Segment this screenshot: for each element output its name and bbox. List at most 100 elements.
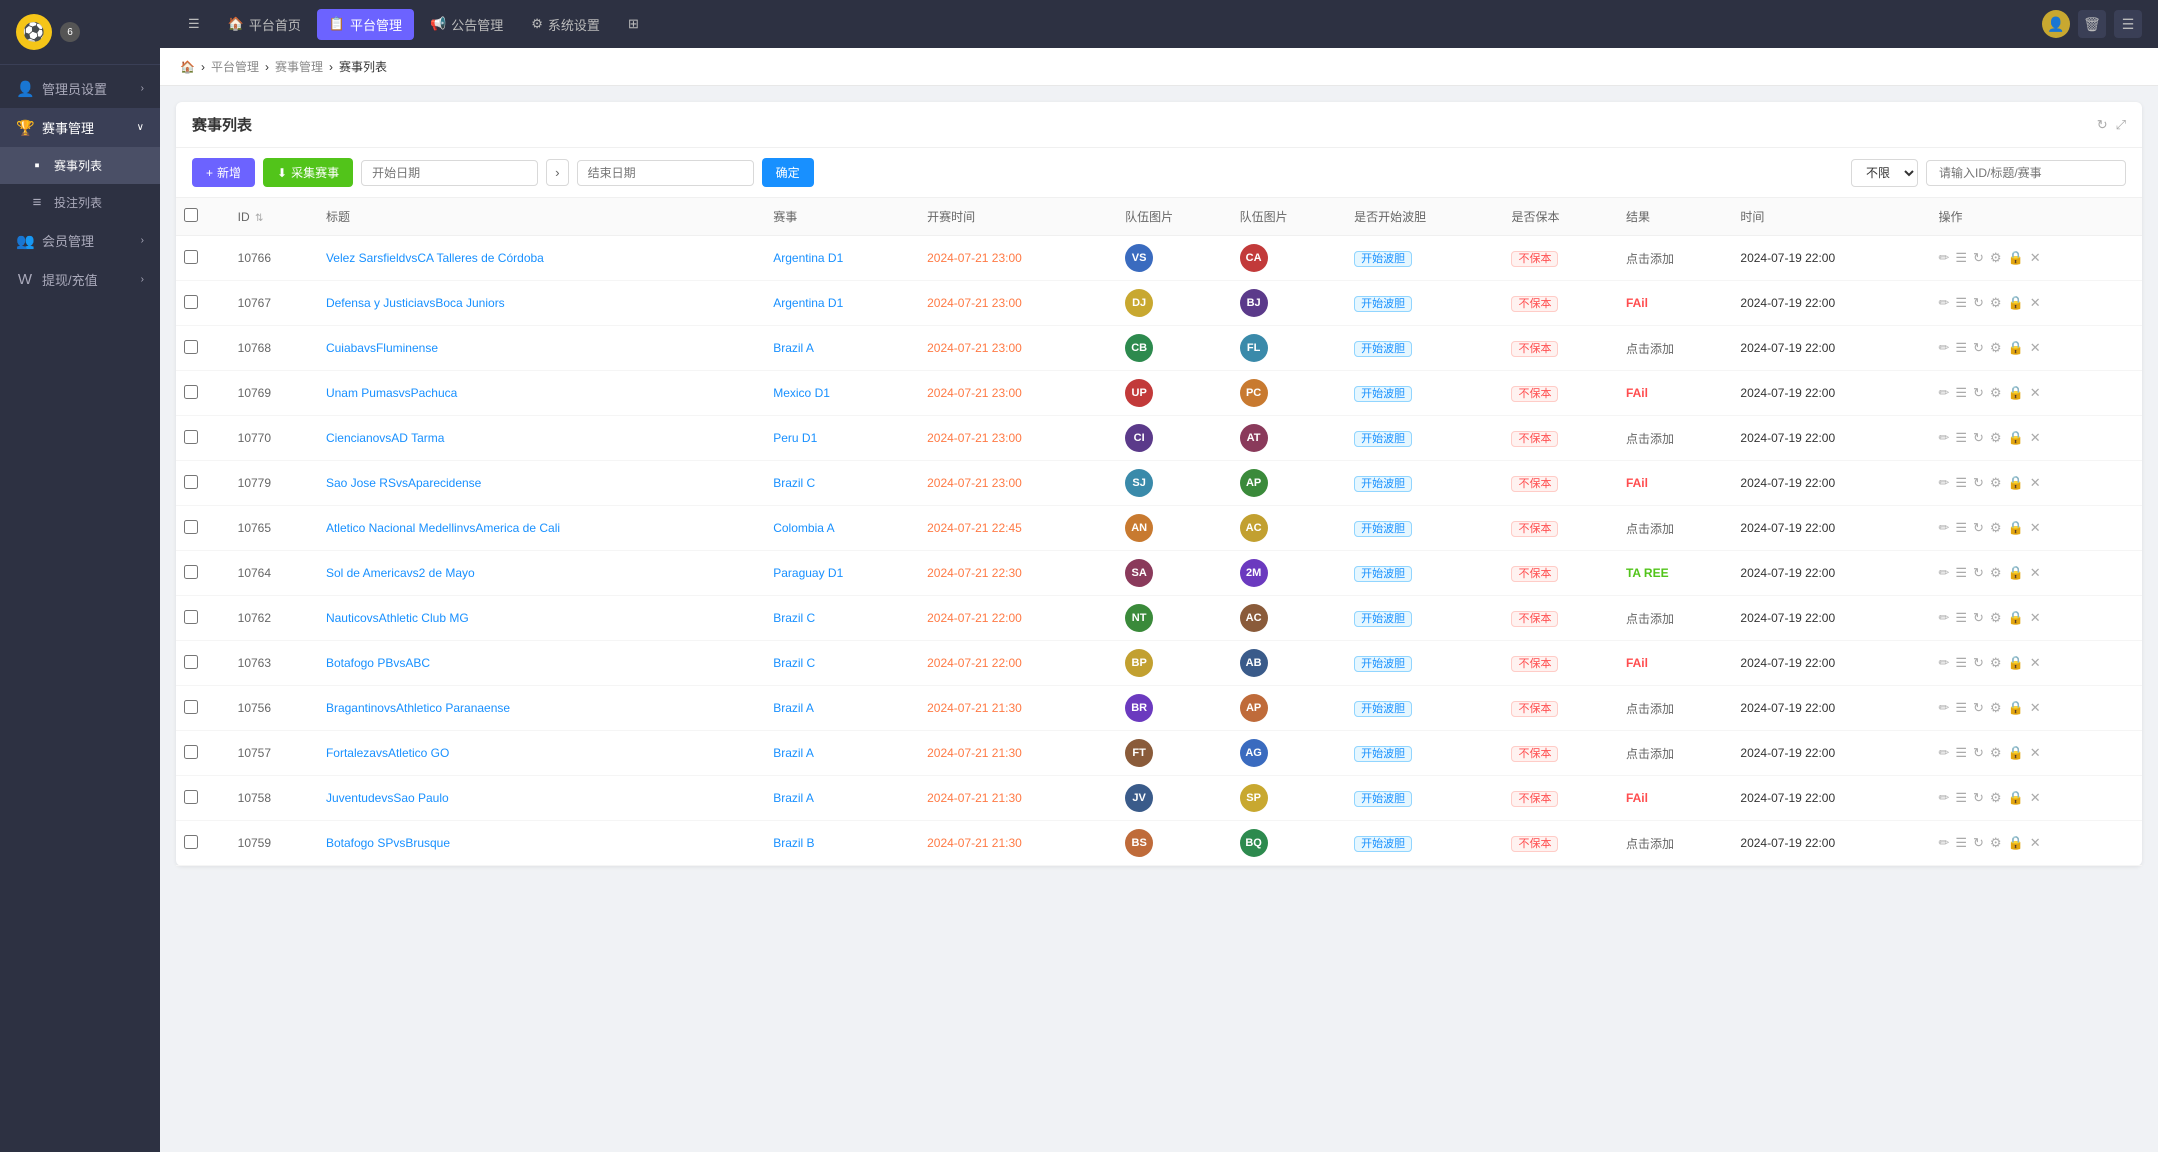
edit-icon[interactable]: ✏ bbox=[1938, 700, 1949, 716]
match-league-link[interactable]: Brazil A bbox=[773, 701, 814, 715]
result-add[interactable]: 点击添加 bbox=[1626, 747, 1674, 761]
settings-icon[interactable]: ⚙ bbox=[1990, 655, 2002, 671]
list-icon[interactable]: ☰ bbox=[1955, 295, 1967, 311]
edit-icon[interactable]: ✏ bbox=[1938, 520, 1949, 536]
nav-home[interactable]: 🏠 平台首页 bbox=[216, 9, 313, 40]
user-avatar[interactable]: 👤 bbox=[2042, 10, 2070, 38]
delete-icon[interactable]: ✕ bbox=[2030, 430, 2041, 446]
match-title-link[interactable]: Sol de Americavs2 de Mayo bbox=[326, 566, 475, 580]
edit-icon[interactable]: ✏ bbox=[1938, 475, 1949, 491]
sidebar-item-admin-settings[interactable]: 👤 管理员设置 › bbox=[0, 69, 160, 108]
lock-icon[interactable]: 🔒 bbox=[2008, 790, 2024, 806]
edit-icon[interactable]: ✏ bbox=[1938, 655, 1949, 671]
protect-tag[interactable]: 不保本 bbox=[1511, 566, 1558, 582]
protect-tag[interactable]: 不保本 bbox=[1511, 656, 1558, 672]
list-icon[interactable]: ☰ bbox=[1955, 340, 1967, 356]
match-title-link[interactable]: CuiabavsFluminense bbox=[326, 341, 438, 355]
list-icon[interactable]: ☰ bbox=[1955, 610, 1967, 626]
nav-announcement[interactable]: 📢 公告管理 bbox=[418, 9, 515, 40]
refresh-icon[interactable]: ↻ bbox=[2097, 117, 2108, 133]
delete-icon[interactable]: ✕ bbox=[2030, 655, 2041, 671]
list-icon[interactable]: ☰ bbox=[1955, 835, 1967, 851]
delete-icon[interactable]: ✕ bbox=[2030, 475, 2041, 491]
refresh-icon[interactable]: ↻ bbox=[1973, 655, 1984, 671]
wave-tag[interactable]: 开始波胆 bbox=[1354, 386, 1412, 402]
fullscreen-icon[interactable]: ⤢ bbox=[2116, 117, 2126, 133]
protect-tag[interactable]: 不保本 bbox=[1511, 341, 1558, 357]
wave-tag[interactable]: 开始波胆 bbox=[1354, 476, 1412, 492]
match-league-link[interactable]: Brazil A bbox=[773, 746, 814, 760]
refresh-icon[interactable]: ↻ bbox=[1973, 745, 1984, 761]
select-all-checkbox[interactable] bbox=[184, 208, 198, 222]
wave-tag[interactable]: 开始波胆 bbox=[1354, 611, 1412, 627]
settings-icon[interactable]: ⚙ bbox=[1990, 385, 2002, 401]
refresh-icon[interactable]: ↻ bbox=[1973, 295, 1984, 311]
edit-icon[interactable]: ✏ bbox=[1938, 340, 1949, 356]
row-checkbox[interactable] bbox=[184, 790, 198, 804]
sidebar-item-withdraw[interactable]: W 提现/充值 › bbox=[0, 260, 160, 299]
nav-grid[interactable]: ⊞ bbox=[616, 10, 651, 38]
row-checkbox[interactable] bbox=[184, 745, 198, 759]
refresh-icon[interactable]: ↻ bbox=[1973, 250, 1984, 266]
sidebar-item-match-list[interactable]: ▪ 赛事列表 bbox=[0, 147, 160, 184]
lock-icon[interactable]: 🔒 bbox=[2008, 610, 2024, 626]
match-league-link[interactable]: Argentina D1 bbox=[773, 251, 843, 265]
wave-tag[interactable]: 开始波胆 bbox=[1354, 701, 1412, 717]
wave-tag[interactable]: 开始波胆 bbox=[1354, 296, 1412, 312]
row-checkbox[interactable] bbox=[184, 565, 198, 579]
delete-icon[interactable]: ✕ bbox=[2030, 745, 2041, 761]
result-add[interactable]: 点击添加 bbox=[1626, 702, 1674, 716]
protect-tag[interactable]: 不保本 bbox=[1511, 791, 1558, 807]
settings-icon[interactable]: ⚙ bbox=[1990, 430, 2002, 446]
row-checkbox[interactable] bbox=[184, 835, 198, 849]
match-league-link[interactable]: Brazil A bbox=[773, 341, 814, 355]
list-icon[interactable]: ☰ bbox=[1955, 565, 1967, 581]
wave-tag[interactable]: 开始波胆 bbox=[1354, 341, 1412, 357]
settings-icon[interactable]: ⚙ bbox=[1990, 565, 2002, 581]
protect-tag[interactable]: 不保本 bbox=[1511, 836, 1558, 852]
wave-tag[interactable]: 开始波胆 bbox=[1354, 566, 1412, 582]
match-title-link[interactable]: Atletico Nacional MedellinvsAmerica de C… bbox=[326, 521, 560, 535]
list-icon[interactable]: ☰ bbox=[1955, 385, 1967, 401]
wave-tag[interactable]: 开始波胆 bbox=[1354, 791, 1412, 807]
row-checkbox[interactable] bbox=[184, 475, 198, 489]
match-title-link[interactable]: CiencianovsAD Tarma bbox=[326, 431, 445, 445]
edit-icon[interactable]: ✏ bbox=[1938, 610, 1949, 626]
edit-icon[interactable]: ✏ bbox=[1938, 835, 1949, 851]
delete-icon[interactable]: ✕ bbox=[2030, 385, 2041, 401]
settings-icon[interactable]: ⚙ bbox=[1990, 745, 2002, 761]
refresh-icon[interactable]: ↻ bbox=[1973, 565, 1984, 581]
list-icon[interactable]: ☰ bbox=[1955, 520, 1967, 536]
list-icon[interactable]: ☰ bbox=[1955, 655, 1967, 671]
refresh-icon[interactable]: ↻ bbox=[1973, 385, 1984, 401]
delete-icon[interactable]: ✕ bbox=[2030, 610, 2041, 626]
refresh-icon[interactable]: ↻ bbox=[1973, 430, 1984, 446]
lock-icon[interactable]: 🔒 bbox=[2008, 655, 2024, 671]
lock-icon[interactable]: 🔒 bbox=[2008, 385, 2024, 401]
menu-button[interactable]: ☰ bbox=[2114, 10, 2142, 38]
match-title-link[interactable]: Velez SarsfieldvsCA Talleres de Córdoba bbox=[326, 251, 544, 265]
refresh-icon[interactable]: ↻ bbox=[1973, 475, 1984, 491]
protect-tag[interactable]: 不保本 bbox=[1511, 296, 1558, 312]
result-add[interactable]: 点击添加 bbox=[1626, 837, 1674, 851]
match-league-link[interactable]: Argentina D1 bbox=[773, 296, 843, 310]
edit-icon[interactable]: ✏ bbox=[1938, 430, 1949, 446]
result-add[interactable]: 点击添加 bbox=[1626, 522, 1674, 536]
match-league-link[interactable]: Mexico D1 bbox=[773, 386, 830, 400]
lock-icon[interactable]: 🔒 bbox=[2008, 835, 2024, 851]
refresh-icon[interactable]: ↻ bbox=[1973, 700, 1984, 716]
match-title-link[interactable]: FortalezavsAtletico GO bbox=[326, 746, 449, 760]
edit-icon[interactable]: ✏ bbox=[1938, 745, 1949, 761]
edit-icon[interactable]: ✏ bbox=[1938, 295, 1949, 311]
delete-icon[interactable]: ✕ bbox=[2030, 565, 2041, 581]
delete-icon[interactable]: ✕ bbox=[2030, 250, 2041, 266]
wave-tag[interactable]: 开始波胆 bbox=[1354, 431, 1412, 447]
nav-platform-mgmt[interactable]: 📋 平台管理 bbox=[317, 9, 414, 40]
start-date-input[interactable] bbox=[361, 160, 538, 186]
delete-icon[interactable]: ✕ bbox=[2030, 790, 2041, 806]
list-icon[interactable]: ☰ bbox=[1955, 700, 1967, 716]
delete-icon[interactable]: ✕ bbox=[2030, 295, 2041, 311]
confirm-button[interactable]: 确定 bbox=[762, 158, 814, 187]
settings-icon[interactable]: ⚙ bbox=[1990, 835, 2002, 851]
match-title-link[interactable]: NauticovsAthletic Club MG bbox=[326, 611, 469, 625]
